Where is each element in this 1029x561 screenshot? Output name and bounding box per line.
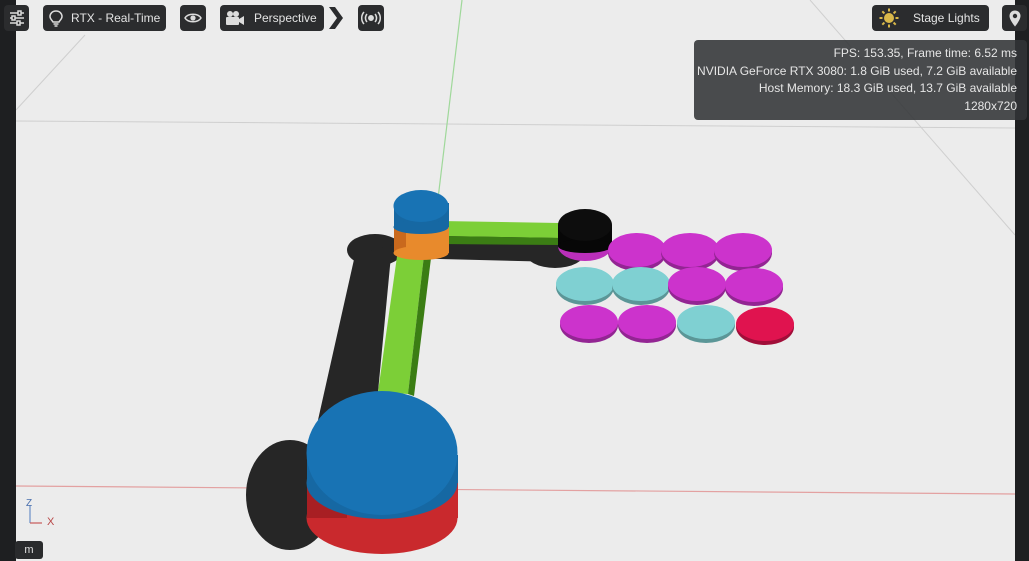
camera-button[interactable]: Perspective xyxy=(220,5,324,31)
renderer-mode-label: RTX - Real-Time xyxy=(71,11,161,25)
axis-x-label: X xyxy=(47,516,55,528)
chevron-right-icon[interactable] xyxy=(327,5,345,31)
sliders-icon xyxy=(9,10,25,26)
viewport[interactable]: RTX - Real-Time Perspective Stage Lights… xyxy=(0,0,1029,561)
puck-magenta xyxy=(560,305,618,339)
camera-icon xyxy=(225,10,245,26)
gpu-memory-readout: NVIDIA GeForce RTX 3080: 1.8 GiB used, 7… xyxy=(697,63,1017,78)
visibility-button[interactable] xyxy=(180,5,206,31)
stage-lights-label: Stage Lights xyxy=(913,11,980,25)
sun-icon xyxy=(879,8,899,28)
broadcast-button[interactable] xyxy=(358,5,384,31)
puck-magenta xyxy=(714,233,772,267)
robot-base xyxy=(306,391,458,554)
axis-gizmo: Z X xyxy=(18,495,62,531)
puck-magenta xyxy=(608,233,666,267)
axis-z-label: Z xyxy=(26,498,32,509)
resolution-readout: 1280x720 xyxy=(964,98,1017,113)
camera-label: Perspective xyxy=(254,11,317,25)
puck-magenta xyxy=(725,268,783,302)
robot-joint-upper xyxy=(393,190,449,260)
host-memory-readout: Host Memory: 18.3 GiB used, 13.7 GiB ava… xyxy=(758,81,1017,96)
puck-cyan xyxy=(677,305,735,339)
stage-lights-button[interactable]: Stage Lights xyxy=(872,5,989,31)
viewport-left-border xyxy=(0,0,16,561)
location-pin-button[interactable] xyxy=(1002,5,1027,31)
location-pin-icon xyxy=(1009,10,1021,27)
puck-magenta xyxy=(661,233,719,267)
robot-gripper xyxy=(558,209,612,261)
puck-cyan xyxy=(556,267,614,301)
grid-axis-red xyxy=(15,485,1016,495)
unit-badge: m xyxy=(15,541,43,559)
puck-crimson xyxy=(736,307,794,341)
puck-magenta xyxy=(668,267,726,301)
puck-cyan xyxy=(612,267,670,301)
renderer-mode-button[interactable]: RTX - Real-Time xyxy=(43,5,166,31)
robot-link-horizontal xyxy=(440,221,560,245)
fps-readout: FPS: 153.35, Frame time: 6.52 ms xyxy=(833,46,1017,60)
performance-stats-panel: FPS: 153.35, Frame time: 6.52 ms NVIDIA … xyxy=(694,40,1027,120)
puck-magenta xyxy=(618,305,676,339)
broadcast-icon xyxy=(361,11,381,25)
eye-icon xyxy=(184,12,202,24)
settings-button[interactable] xyxy=(4,5,29,31)
lightbulb-icon xyxy=(49,9,63,27)
